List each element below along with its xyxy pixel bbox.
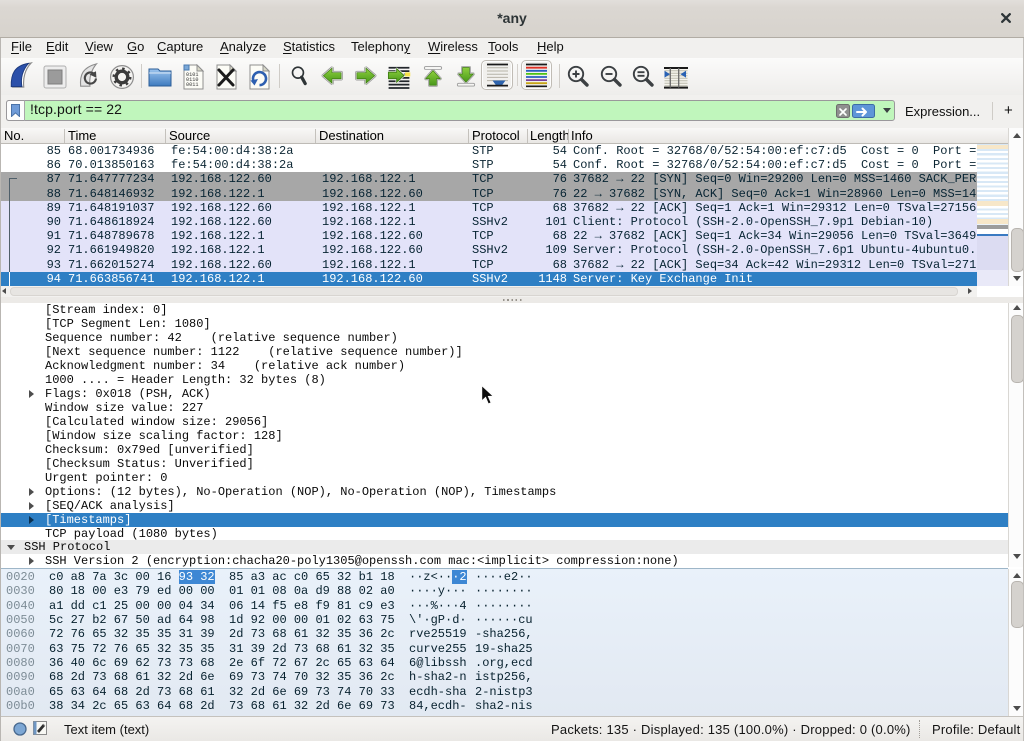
svg-text:0011: 0011 <box>186 82 198 88</box>
